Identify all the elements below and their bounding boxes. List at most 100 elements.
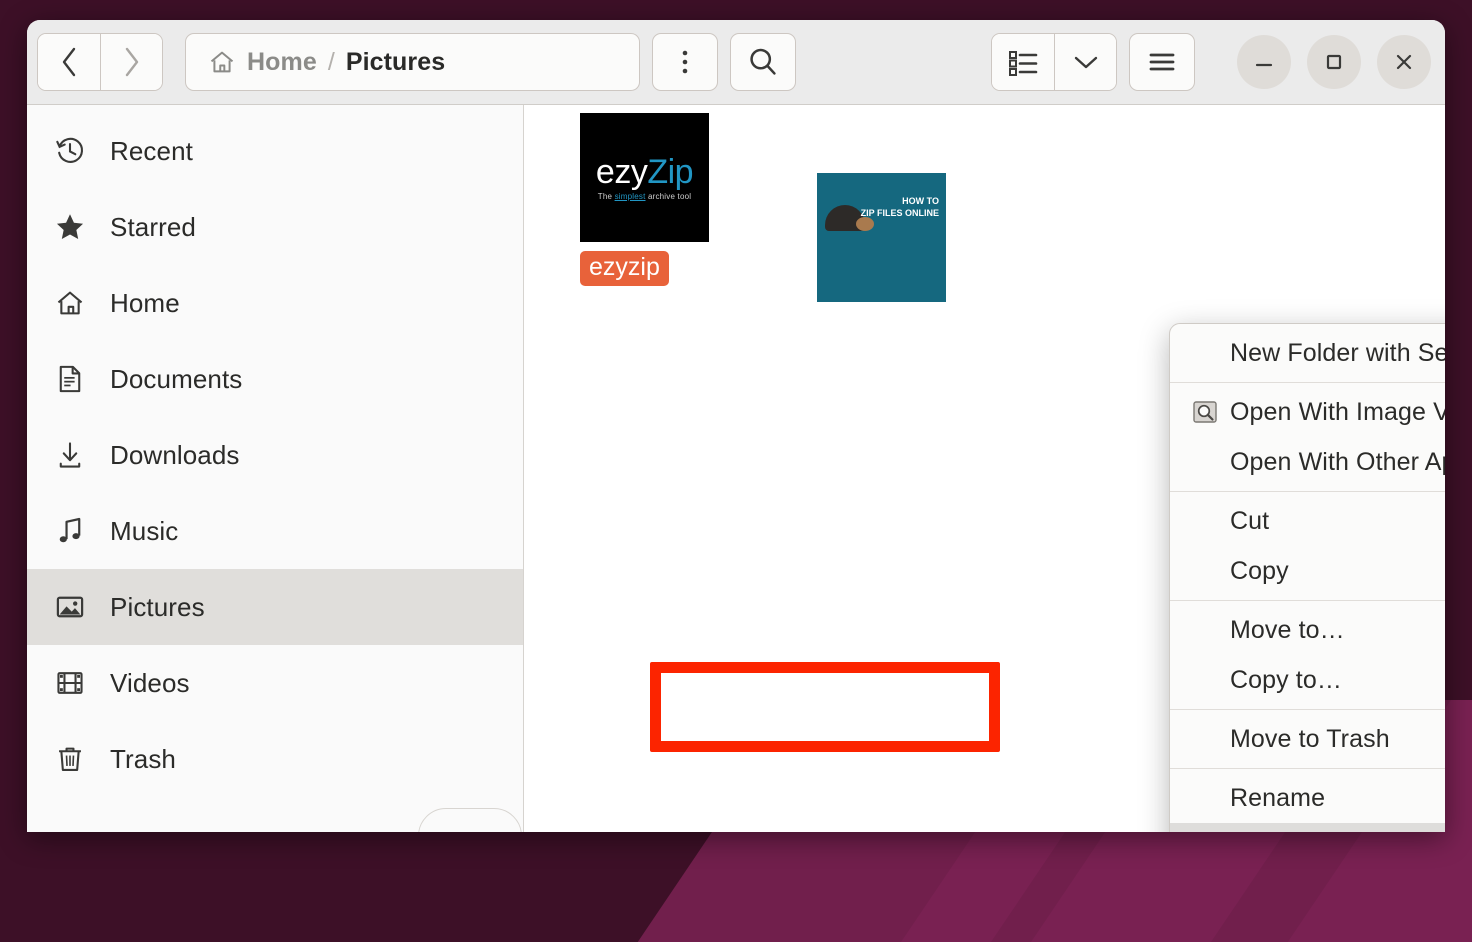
menu-separator <box>1170 491 1445 492</box>
tagline-link: simplest <box>614 191 646 201</box>
search-button[interactable] <box>730 33 796 91</box>
kebab-menu-icon <box>682 50 688 74</box>
music-icon <box>55 516 85 546</box>
sidebar-item-videos[interactable]: Videos <box>27 645 523 721</box>
menu-item-move-to[interactable]: Move to… <box>1170 605 1445 655</box>
back-button[interactable] <box>38 34 100 90</box>
file-list-area[interactable]: ezyZip The simplest archive tool ezyzip … <box>524 105 1445 832</box>
menu-item-move-to-trash[interactable]: Move to Trash Delete <box>1170 714 1445 764</box>
list-view-icon <box>1009 51 1038 76</box>
menu-item-copy-to[interactable]: Copy to… <box>1170 655 1445 705</box>
menu-item-label: Cut <box>1230 506 1270 535</box>
sidebar-item-label: Downloads <box>110 439 240 470</box>
forward-button[interactable] <box>100 34 162 90</box>
download-icon <box>55 440 85 470</box>
chevron-down-icon <box>1074 56 1097 69</box>
navigation-buttons <box>37 33 163 91</box>
sidebar-item-recent[interactable]: Recent <box>27 113 523 189</box>
pictures-icon <box>55 592 85 622</box>
menu-item-label: Copy <box>1230 556 1289 585</box>
window-controls <box>1221 35 1431 89</box>
menu-separator <box>1170 768 1445 769</box>
menu-separator <box>1170 382 1445 383</box>
sidebar-item-label: Home <box>110 287 180 318</box>
menu-separator <box>1170 600 1445 601</box>
sidebar-item-trash[interactable]: Trash <box>27 721 523 797</box>
breadcrumb-current[interactable]: Pictures <box>346 48 445 77</box>
menu-separator <box>1170 709 1445 710</box>
sidebar-item-label: Pictures <box>110 591 205 622</box>
trash-icon <box>55 744 85 774</box>
tagline-post: archive tool <box>645 191 692 201</box>
maximize-icon <box>1326 54 1342 70</box>
sidebar: Recent Starred Home Documents Downloads … <box>27 105 524 832</box>
logo-text-white: ezy <box>595 152 648 191</box>
menu-item-open-with-other-application[interactable]: Open With Other Application <box>1170 437 1445 487</box>
banner-line-1: HOW TO <box>902 196 939 206</box>
menu-item-compress[interactable]: Compress… <box>1170 823 1445 832</box>
sidebar-item-label: Videos <box>110 667 190 698</box>
view-options-dropdown-button[interactable] <box>1054 34 1116 90</box>
image-viewer-icon <box>1192 399 1218 425</box>
logo-tagline: The simplest archive tool <box>598 192 692 201</box>
menu-item-open-with-image-viewer[interactable]: Open With Image Viewer Return <box>1170 387 1445 437</box>
banner-line-2: ZIP FILES ONLINE <box>860 208 939 219</box>
close-icon <box>1396 54 1412 70</box>
sidebar-item-label: Trash <box>110 743 176 774</box>
sidebar-item-home[interactable]: Home <box>27 265 523 341</box>
clock-icon <box>55 136 85 166</box>
menu-item-label: Copy to… <box>1230 665 1342 694</box>
file-item[interactable]: ezyZip The simplest archive tool ezyzip <box>580 113 709 291</box>
window-body: Recent Starred Home Documents Downloads … <box>27 105 1445 832</box>
chevron-left-icon <box>62 47 76 77</box>
menu-item-rename[interactable]: Rename F2 <box>1170 773 1445 823</box>
home-icon <box>210 51 234 73</box>
sidebar-item-documents[interactable]: Documents <box>27 341 523 417</box>
file-name-label: ezyzip <box>580 251 669 286</box>
video-icon <box>55 668 85 698</box>
breadcrumb[interactable]: Home / Pictures <box>185 33 640 91</box>
path-options-button[interactable] <box>652 33 718 91</box>
breadcrumb-separator: / <box>327 47 335 76</box>
context-menu[interactable]: New Folder with Selection (2 Items) Open… <box>1169 323 1445 832</box>
thumbnail-banner-text: HOW TO ZIP FILES ONLINE <box>861 195 939 219</box>
chevron-right-icon <box>125 47 138 77</box>
search-icon <box>750 48 776 75</box>
sidebar-item-label: Starred <box>110 211 196 242</box>
sidebar-bottom-pill <box>418 808 522 832</box>
header-bar: Home / Pictures <box>27 20 1445 105</box>
main-menu-button[interactable] <box>1129 33 1195 91</box>
file-manager-window: Home / Pictures Recent Starred Home Docu… <box>27 20 1445 832</box>
sidebar-item-starred[interactable]: Starred <box>27 189 523 265</box>
menu-item-label: Move to… <box>1230 615 1345 644</box>
sidebar-item-pictures[interactable]: Pictures <box>27 569 523 645</box>
file-thumbnail: HOW TO ZIP FILES ONLINE <box>817 173 946 302</box>
sidebar-item-music[interactable]: Music <box>27 493 523 569</box>
menu-item-label: Rename <box>1230 783 1326 812</box>
list-view-button[interactable] <box>992 34 1054 90</box>
home-icon <box>55 288 85 318</box>
menu-item-label: Open With Other Application <box>1230 447 1445 476</box>
tagline-pre: The <box>597 191 615 201</box>
minimize-button[interactable] <box>1237 35 1291 89</box>
ezyzip-logo: ezyZip <box>595 152 694 191</box>
menu-item-cut[interactable]: Cut Ctrl+X <box>1170 496 1445 546</box>
sidebar-item-label: Documents <box>110 363 243 394</box>
maximize-button[interactable] <box>1307 35 1361 89</box>
document-icon <box>55 364 85 394</box>
menu-item-label: Move to Trash <box>1230 724 1390 753</box>
star-icon <box>55 212 85 242</box>
breadcrumb-home[interactable]: Home <box>247 48 317 77</box>
logo-text-blue: Zip <box>647 152 694 191</box>
sidebar-item-label: Recent <box>110 135 193 166</box>
file-item[interactable]: HOW TO ZIP FILES ONLINE <box>817 173 946 302</box>
sidebar-item-downloads[interactable]: Downloads <box>27 417 523 493</box>
file-thumbnail: ezyZip The simplest archive tool <box>580 113 709 242</box>
menu-item-copy[interactable]: Copy Ctrl+C <box>1170 546 1445 596</box>
thumbnail-figure <box>825 205 874 231</box>
close-button[interactable] <box>1377 35 1431 89</box>
menu-item-new-folder-with-selection[interactable]: New Folder with Selection (2 Items) <box>1170 328 1445 378</box>
menu-item-label: Open With Image Viewer <box>1230 397 1445 426</box>
view-mode-buttons <box>991 33 1117 91</box>
menu-item-label: New Folder with Selection (2 Items) <box>1230 338 1445 367</box>
